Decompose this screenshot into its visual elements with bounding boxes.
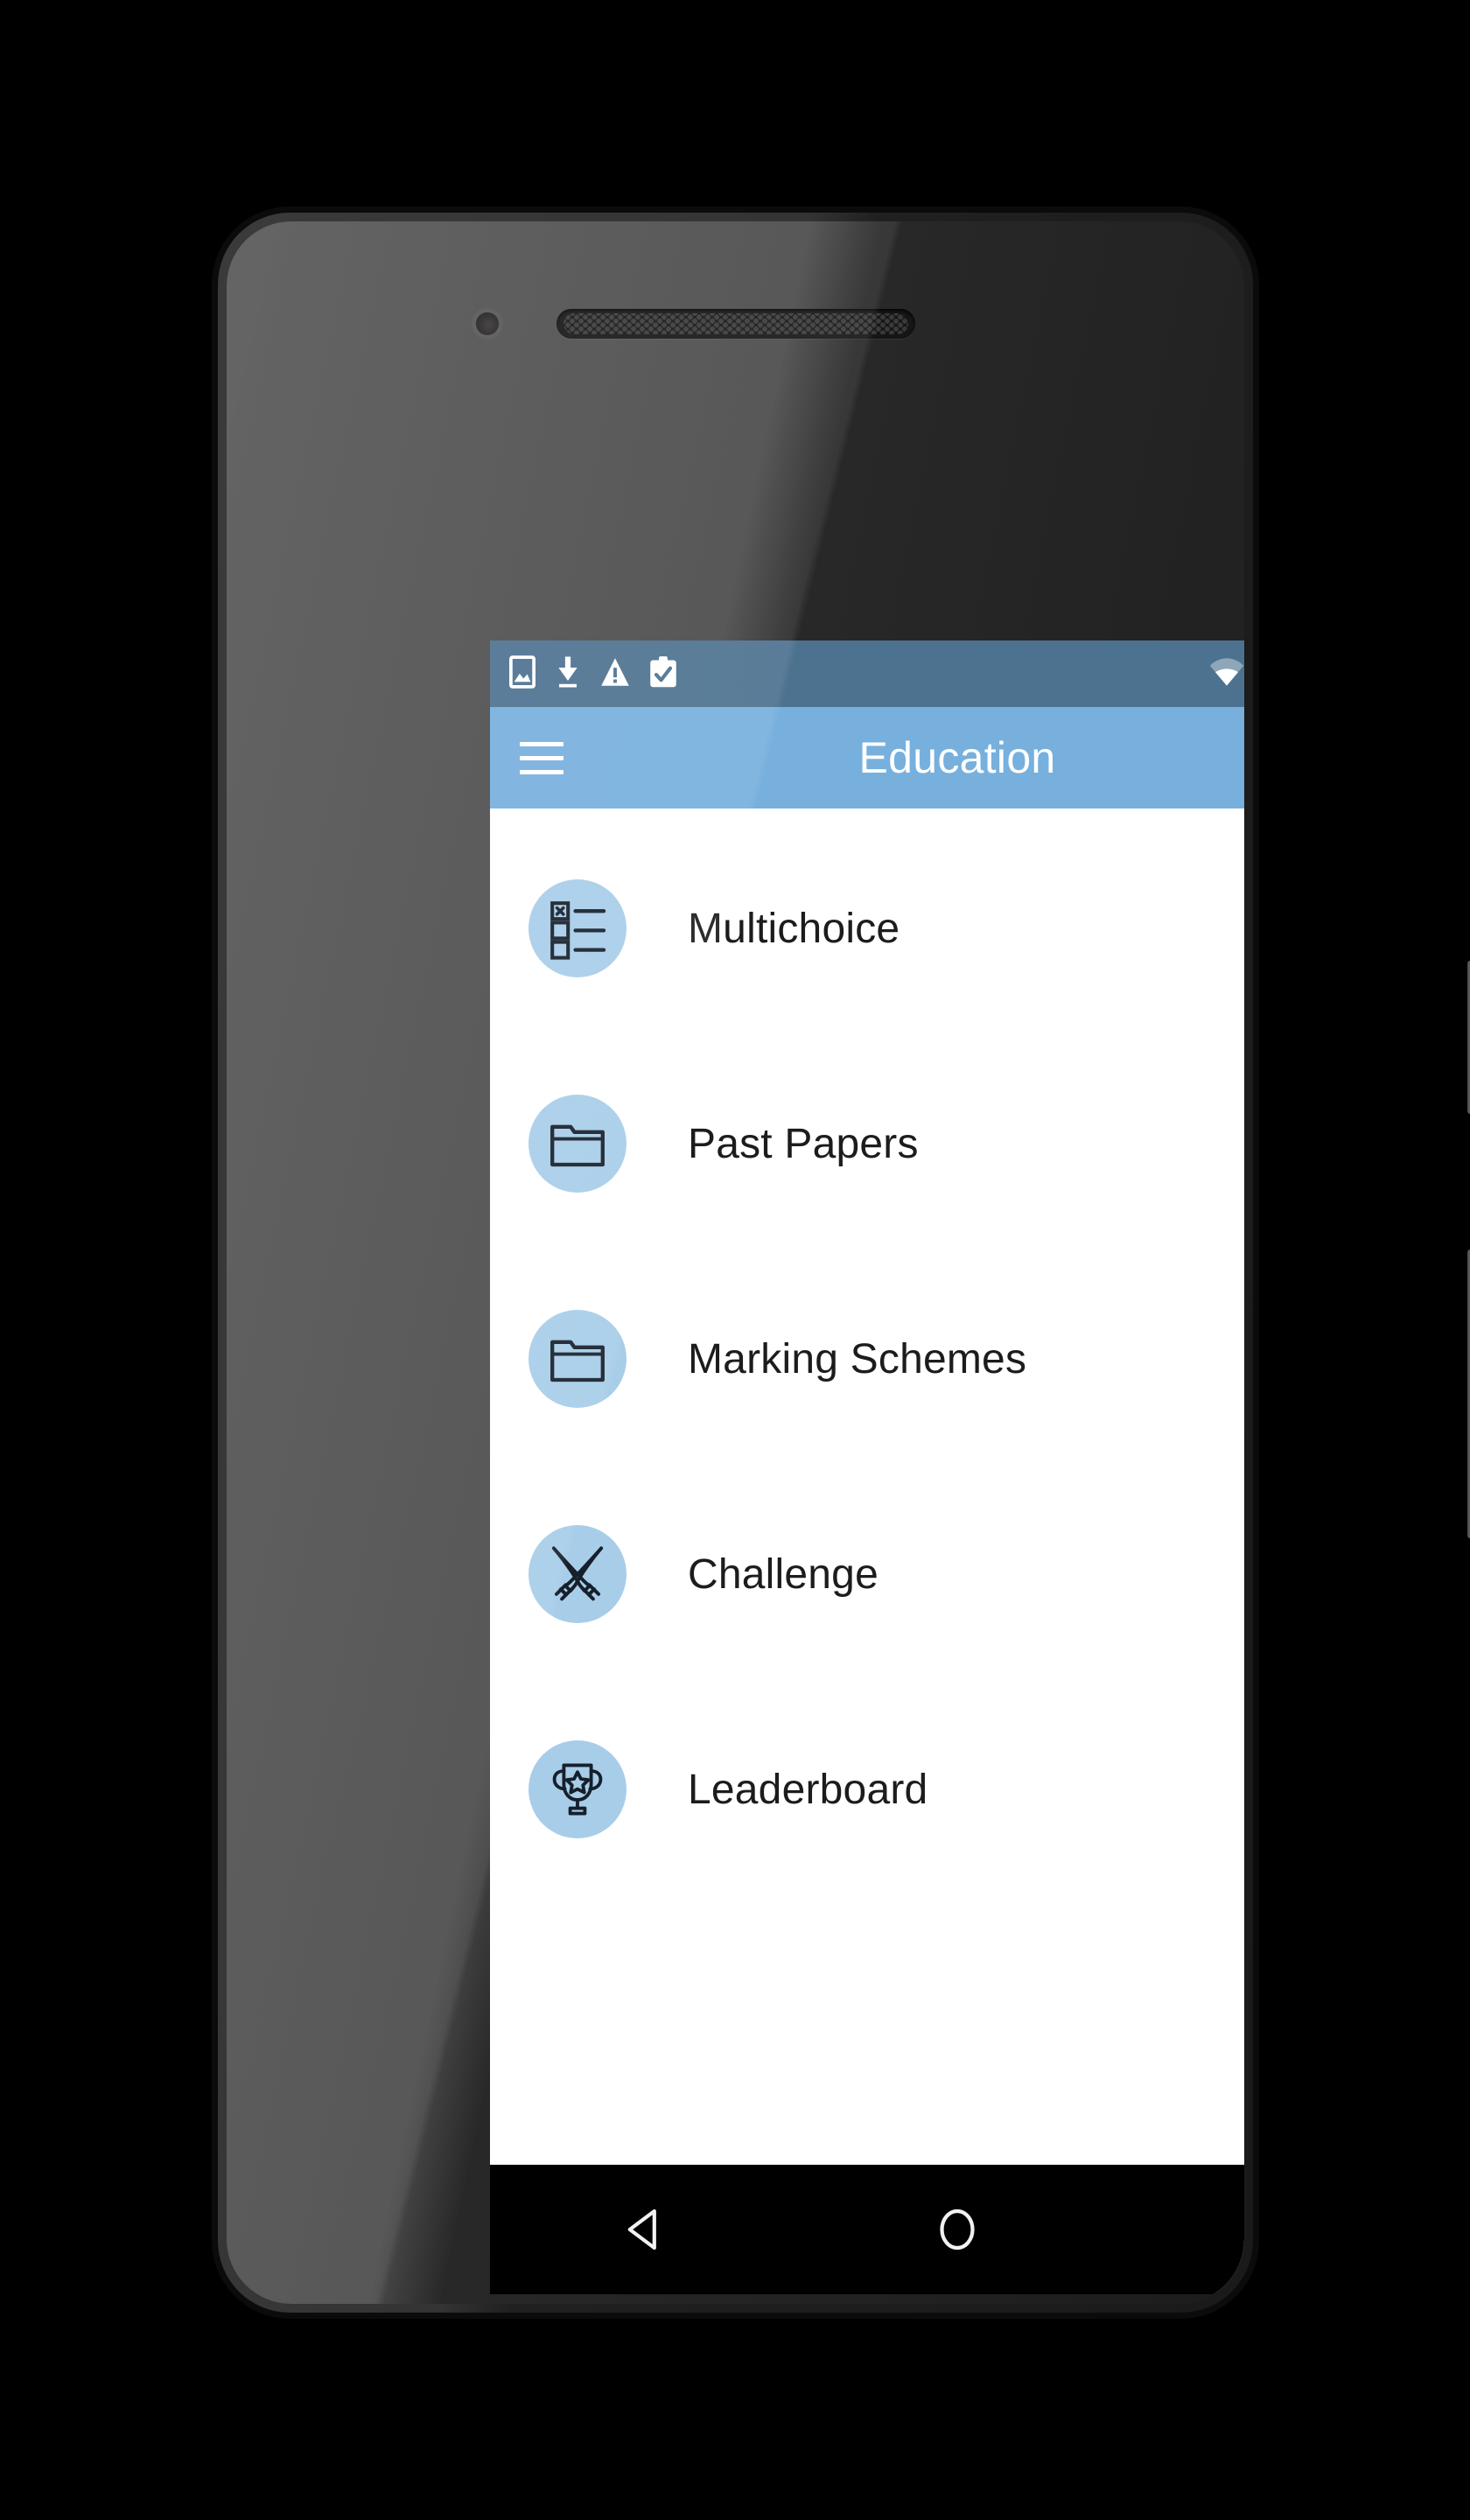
- clipboard-check-icon: [649, 655, 677, 693]
- status-bar-right-icons: 6:11: [1208, 654, 1244, 694]
- phone-glass-panel: 6:11 Education: [227, 221, 1244, 2304]
- screenshot-root: 6:11 Education: [0, 0, 1470, 2520]
- back-triangle-icon[interactable]: [584, 2168, 707, 2291]
- crossed-swords-icon: [528, 1525, 626, 1623]
- warning-triangle-icon: [600, 656, 630, 692]
- list-item-label: Leaderboard: [688, 1766, 928, 1813]
- download-icon: [555, 655, 581, 693]
- app-bar: Education: [490, 707, 1244, 808]
- menu-line-3: [520, 769, 564, 774]
- list-item-label: Past Papers: [688, 1120, 919, 1167]
- list-item-multichoice[interactable]: Multichoice: [490, 821, 1244, 1036]
- list-item-leaderboard[interactable]: Leaderboard: [490, 1682, 1244, 1897]
- recents-square-icon[interactable]: [1208, 2168, 1244, 2291]
- list-item-label: Challenge: [688, 1550, 878, 1598]
- android-navigation-bar: [490, 2165, 1244, 2294]
- main-menu-list: Multichoice Past Papers Marking Schemes …: [490, 808, 1244, 1897]
- page-title: Education: [858, 733, 1056, 782]
- list-item-label: Multichoice: [688, 905, 900, 952]
- device-screen: 6:11 Education: [490, 640, 1244, 2294]
- menu-line-1: [520, 741, 564, 746]
- folder-icon: [528, 1310, 626, 1408]
- multichoice-checklist-icon: [528, 879, 626, 977]
- list-item-past-papers[interactable]: Past Papers: [490, 1036, 1244, 1251]
- phone-frame: 6:11 Education: [218, 213, 1470, 2313]
- list-item-marking-schemes[interactable]: Marking Schemes: [490, 1251, 1244, 1466]
- menu-line-2: [520, 755, 564, 760]
- front-camera-icon: [476, 312, 499, 335]
- earpiece-speaker: [556, 309, 915, 339]
- wifi-icon: [1208, 656, 1244, 692]
- hamburger-menu-icon[interactable]: [520, 731, 574, 785]
- list-item-label: Marking Schemes: [688, 1335, 1027, 1382]
- image-icon: [509, 654, 536, 693]
- home-circle-icon[interactable]: [896, 2168, 1018, 2291]
- folder-icon: [528, 1095, 626, 1193]
- trophy-star-icon: [528, 1740, 626, 1838]
- list-item-challenge[interactable]: Challenge: [490, 1466, 1244, 1682]
- status-bar: 6:11: [490, 640, 1244, 707]
- status-bar-left-icons: [509, 654, 677, 693]
